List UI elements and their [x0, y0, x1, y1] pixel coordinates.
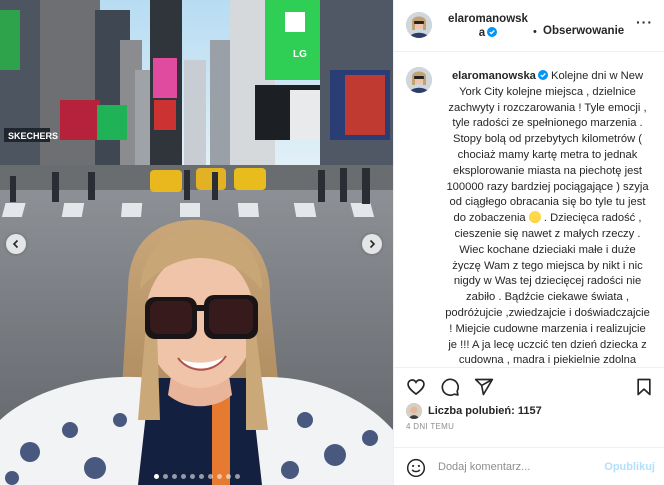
- header-separator: •: [533, 26, 537, 38]
- instagram-post-modal: SKECHERS LG elaromanowska • Obserwowanie…: [0, 0, 664, 485]
- times-square-selfie-photo: SKECHERS LG: [0, 0, 393, 485]
- post-side-panel: elaromanowska • Obserwowanie ··· elaroma…: [393, 0, 664, 485]
- post-photo: SKECHERS LG: [0, 0, 393, 485]
- comments-area: elaromanowska Kolejne dni w New York Cit…: [394, 53, 664, 365]
- smiley-icon[interactable]: [406, 458, 426, 478]
- carousel-dot: [216, 474, 222, 479]
- liker-avatar[interactable]: [406, 403, 422, 419]
- carousel-dot: [171, 474, 177, 479]
- carousel-dot: [198, 474, 204, 479]
- bookmark-icon[interactable]: [634, 377, 654, 397]
- skechers-sign: SKECHERS: [8, 131, 58, 141]
- more-options-icon[interactable]: ···: [636, 14, 653, 30]
- post-date[interactable]: 4 DNI TEMU: [406, 422, 454, 431]
- carousel-dot: [207, 474, 213, 479]
- carousel-dot: [153, 474, 159, 479]
- carousel-dot: [189, 474, 195, 479]
- avatar-image: [406, 403, 422, 419]
- caption-text-2: . Dziecięca radość , cieszenie się nawet…: [445, 212, 650, 365]
- share-icon[interactable]: [474, 377, 494, 397]
- likes-row: Liczba polubień: 1157: [406, 403, 542, 419]
- lg-billboard: LG: [293, 49, 307, 60]
- heart-icon[interactable]: [406, 377, 426, 397]
- avatar-image: [406, 67, 432, 93]
- carousel-dot: [162, 474, 168, 479]
- author-username-block[interactable]: elaromanowska: [446, 12, 530, 40]
- chevron-left-icon: [12, 239, 19, 249]
- carousel-dot: [180, 474, 186, 479]
- carousel-dots: [0, 474, 393, 479]
- verified-badge-icon: [487, 27, 498, 37]
- chevron-right-icon: [369, 239, 376, 249]
- verified-badge-icon: [537, 70, 548, 80]
- comment-icon[interactable]: [440, 377, 460, 397]
- caption-author-avatar[interactable]: [406, 67, 432, 93]
- likes-count[interactable]: Liczba polubień: 1157: [428, 405, 542, 417]
- carousel-dot: [225, 474, 231, 479]
- comment-input[interactable]: [438, 458, 598, 476]
- grinning-emoji-icon: [528, 211, 541, 224]
- carousel-dot: [234, 474, 240, 479]
- publish-button[interactable]: Opublikuj: [604, 461, 655, 473]
- avatar-image: [406, 12, 432, 38]
- carousel-prev-button[interactable]: [6, 234, 26, 254]
- caption-text-1: Kolejne dni w New York City kolejne miej…: [446, 70, 649, 225]
- carousel-next-button[interactable]: [362, 234, 382, 254]
- following-button[interactable]: Obserwowanie: [543, 25, 624, 37]
- post-header: elaromanowska • Obserwowanie ···: [394, 0, 664, 52]
- caption-username[interactable]: elaromanowska: [452, 70, 536, 82]
- action-bar: [394, 367, 664, 403]
- post-caption: elaromanowska Kolejne dni w New York Cit…: [444, 69, 651, 365]
- author-avatar[interactable]: [406, 12, 432, 38]
- add-comment-bar: Opublikuj: [394, 447, 664, 485]
